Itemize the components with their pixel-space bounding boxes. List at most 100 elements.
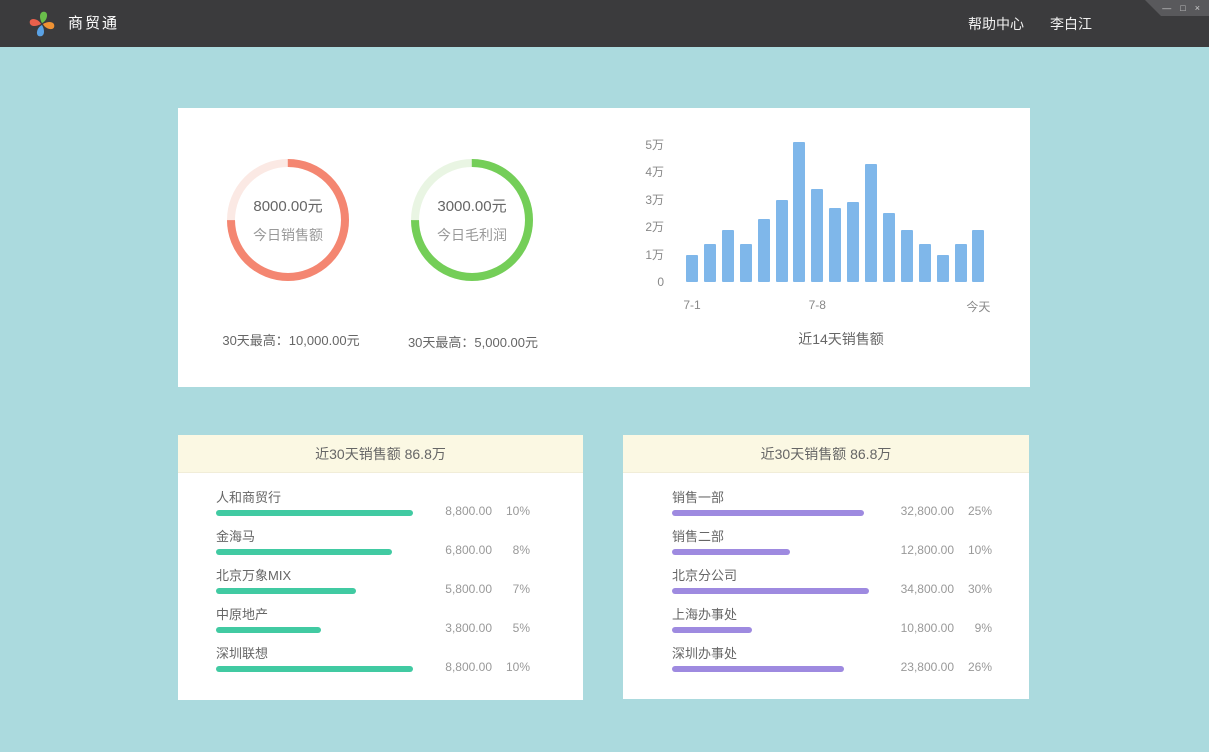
x-tick-label: 今天	[966, 298, 990, 315]
bar	[740, 244, 752, 283]
customers-sales-list: 人和商贸行 8,800.00 10% 金海马 6,800.00 8% 北京万象MIX…	[178, 473, 583, 686]
item-value: 5,800.00 7%	[426, 582, 530, 596]
item-name: 深圳联想	[216, 647, 583, 661]
bar	[972, 230, 984, 282]
item-amount: 6,800.00	[426, 543, 492, 557]
today-sales-label: 今日销售额	[253, 225, 323, 245]
window-controls: — □ ×	[1145, 0, 1209, 16]
bar	[829, 208, 841, 282]
today-sales-donut: 8000.00元 今日销售额	[226, 158, 350, 282]
item-percent: 7%	[500, 582, 530, 596]
item-amount: 8,800.00	[426, 504, 492, 518]
item-amount: 3,800.00	[426, 621, 492, 635]
item-name: 销售二部	[672, 530, 1029, 544]
maximize-icon[interactable]: □	[1180, 4, 1185, 13]
panel-title: 近30天销售额 86.8万	[623, 435, 1029, 473]
item-progress-bar	[216, 666, 413, 672]
item-name: 北京分公司	[672, 569, 1029, 583]
item-percent: 10%	[500, 504, 530, 518]
close-icon[interactable]: ×	[1195, 4, 1200, 13]
y-tick-label: 5万	[608, 138, 664, 152]
bar-chart-y-axis: 01万2万3万4万5万	[608, 108, 664, 282]
item-percent: 10%	[500, 660, 530, 674]
item-amount: 32,800.00	[888, 504, 954, 518]
y-tick-label: 2万	[608, 220, 664, 234]
y-tick-label: 4万	[608, 165, 664, 179]
list-item: 深圳办事处 23,800.00 26%	[623, 647, 1029, 686]
x-tick-label: 7-1	[683, 298, 700, 312]
list-item: 销售一部 32,800.0025%	[623, 491, 1029, 530]
item-amount: 10,800.00	[888, 621, 954, 635]
help-center-link[interactable]: 帮助中心	[968, 14, 1024, 34]
item-percent: 10%	[962, 543, 992, 557]
bar-chart-title: 近14天销售额	[686, 329, 996, 349]
today-sales-value: 8000.00元	[253, 195, 322, 216]
panel-title: 近30天销售额 86.8万	[178, 435, 583, 473]
item-name: 上海办事处	[672, 608, 1029, 622]
item-name: 中原地产	[216, 608, 583, 622]
item-progress-bar	[216, 549, 392, 555]
item-percent: 30%	[962, 582, 992, 596]
item-value: 8,800.0010%	[426, 660, 530, 674]
item-name: 深圳办事处	[672, 647, 1029, 661]
bar	[883, 213, 895, 282]
title-bar: 商贸通 帮助中心 李白江 — □ ×	[0, 0, 1209, 47]
item-percent: 8%	[500, 543, 530, 557]
list-item: 上海办事处 10,800.00 9%	[623, 608, 1029, 647]
item-progress-bar	[216, 510, 413, 516]
bar	[919, 244, 931, 283]
list-item: 人和商贸行 8,800.00 10%	[178, 491, 583, 530]
bar	[937, 255, 949, 283]
departments-sales-panel: 近30天销售额 86.8万 销售一部 32,800.0025% 销售二部 12,…	[623, 435, 1029, 699]
list-item: 金海马 6,800.00 8%	[178, 530, 583, 569]
today-profit-donut: 3000.00元 今日毛利润	[410, 158, 534, 282]
item-value: 6,800.00 8%	[426, 543, 530, 557]
today-profit-label: 今日毛利润	[437, 225, 507, 245]
departments-sales-list: 销售一部 32,800.0025% 销售二部 12,800.0010% 北京分公…	[623, 473, 1029, 686]
list-item: 深圳联想 8,800.0010%	[178, 647, 583, 686]
bar	[793, 142, 805, 282]
bar	[722, 230, 734, 282]
bar	[955, 244, 967, 283]
y-tick-label: 1万	[608, 248, 664, 262]
item-percent: 5%	[500, 621, 530, 635]
minimize-icon[interactable]: —	[1162, 4, 1171, 13]
bar	[758, 219, 770, 282]
item-progress-bar	[672, 666, 844, 672]
item-progress-bar	[672, 627, 752, 633]
item-percent: 25%	[962, 504, 992, 518]
pinwheel-logo-icon	[27, 9, 57, 39]
app-title: 商贸通	[68, 0, 119, 47]
item-value: 3,800.00 5%	[426, 621, 530, 635]
customers-sales-panel: 近30天销售额 86.8万 人和商贸行 8,800.00 10% 金海马 6,80…	[178, 435, 583, 700]
x-tick-label: 7-8	[809, 298, 826, 312]
bar	[811, 189, 823, 283]
bar	[776, 200, 788, 283]
item-amount: 5,800.00	[426, 582, 492, 596]
item-progress-bar	[216, 588, 356, 594]
list-item: 北京万象MIX 5,800.00 7%	[178, 569, 583, 608]
y-tick-label: 3万	[608, 193, 664, 207]
item-value: 8,800.00 10%	[426, 504, 530, 518]
username-menu[interactable]: 李白江	[1050, 14, 1092, 34]
item-progress-bar	[216, 627, 321, 633]
list-item: 中原地产 3,800.00 5%	[178, 608, 583, 647]
item-name: 北京万象MIX	[216, 569, 583, 583]
item-value: 10,800.00 9%	[888, 621, 992, 635]
list-item: 销售二部 12,800.0010%	[623, 530, 1029, 569]
today-profit-value: 3000.00元	[437, 195, 506, 216]
item-percent: 26%	[962, 660, 992, 674]
item-name: 金海马	[216, 530, 583, 544]
item-amount: 23,800.00	[888, 660, 954, 674]
item-progress-bar	[672, 549, 790, 555]
sales-14day-bar-chart	[686, 108, 996, 282]
item-progress-bar	[672, 510, 864, 516]
bar	[847, 202, 859, 282]
item-value: 23,800.00 26%	[888, 660, 992, 674]
bar	[704, 244, 716, 283]
item-value: 12,800.0010%	[888, 543, 992, 557]
bar	[686, 255, 698, 283]
item-name: 人和商贸行	[216, 491, 583, 505]
bar	[901, 230, 913, 282]
item-percent: 9%	[962, 621, 992, 635]
